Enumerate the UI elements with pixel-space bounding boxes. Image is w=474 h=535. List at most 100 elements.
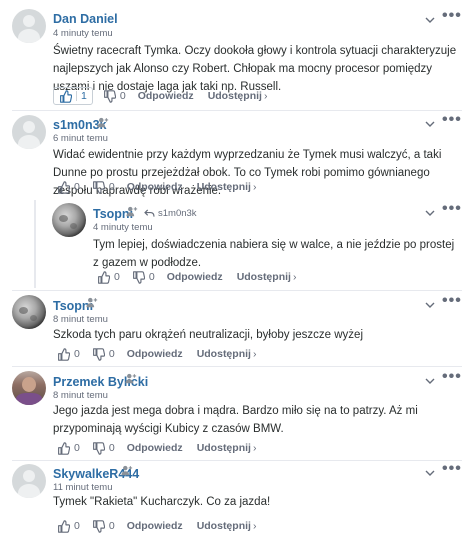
- thumb-down-icon: [92, 520, 105, 533]
- collapse-chevron-icon[interactable]: [425, 121, 435, 127]
- follow-user-icon[interactable]: [86, 297, 98, 308]
- comment-text: Szkoda tych paru okrążeń neutralizacji, …: [53, 329, 364, 341]
- share-label: Udostępnij: [207, 90, 262, 102]
- comment-timestamp[interactable]: 6 minut temu: [53, 133, 108, 144]
- upvote-button[interactable]: 0: [57, 520, 80, 533]
- comment-timestamp[interactable]: 4 minuty temu: [53, 28, 113, 39]
- follow-user-icon[interactable]: [97, 117, 109, 128]
- upvote-count: 0: [74, 442, 80, 454]
- downvote-count: 0: [108, 520, 115, 532]
- reply-arrow-icon: [144, 209, 155, 218]
- moon-avatar[interactable]: [52, 203, 86, 237]
- downvote-count: 0: [148, 271, 155, 283]
- more-options-icon[interactable]: •••: [442, 369, 462, 385]
- chevron-right-icon: ›: [252, 348, 257, 360]
- reply-target-name: s1m0n3k: [158, 208, 197, 219]
- reply-button[interactable]: Odpowiedz: [167, 271, 223, 283]
- thumb-down-icon: [103, 90, 116, 103]
- downvote-button[interactable]: 0: [132, 271, 155, 284]
- follow-user-icon[interactable]: [125, 373, 137, 384]
- downvote-button[interactable]: 0: [103, 90, 126, 103]
- more-options-icon[interactable]: •••: [442, 461, 462, 477]
- comment-timestamp[interactable]: 4 minuty temu: [93, 222, 153, 233]
- reply-button[interactable]: Odpowiedz: [127, 181, 183, 193]
- comment-timestamp[interactable]: 8 minut temu: [53, 314, 108, 325]
- upvote-count: 0: [114, 271, 120, 283]
- upvote-count: 0: [74, 348, 80, 360]
- thumb-down-icon: [92, 181, 105, 194]
- chevron-right-icon: ›: [252, 442, 257, 454]
- collapse-chevron-icon[interactable]: [425, 378, 435, 384]
- thumb-down-icon: [92, 442, 105, 455]
- comment: s1m0n3k 6 minut temu ••• Widać ewidentni…: [0, 110, 474, 198]
- comment-author[interactable]: Dan Daniel: [53, 12, 118, 26]
- comment: Dan Daniel 4 minuty temu ••• Świetny rac…: [0, 0, 474, 110]
- thumb-up-icon: [57, 520, 70, 533]
- reply-button[interactable]: Odpowiedz: [127, 520, 183, 532]
- upvote-button[interactable]: 1: [53, 87, 93, 105]
- more-options-icon[interactable]: •••: [442, 293, 462, 309]
- share-button[interactable]: Udostępnij ›: [197, 348, 257, 360]
- share-button[interactable]: Udostępnij ›: [237, 271, 297, 283]
- chevron-right-icon: ›: [252, 181, 257, 193]
- reply-comment: Tsopni s1m0n3k 4 minuty temu ••• Tym lep…: [0, 198, 474, 290]
- upvote-count: 0: [74, 181, 80, 193]
- thumb-up-icon: [97, 271, 110, 284]
- share-label: Udostępnij: [196, 442, 251, 454]
- downvote-count: 0: [119, 90, 126, 102]
- comment-timestamp[interactable]: 8 minut temu: [53, 390, 108, 401]
- reply-button[interactable]: Odpowiedz: [127, 442, 183, 454]
- upvote-button[interactable]: 0: [57, 442, 80, 455]
- more-options-icon[interactable]: •••: [442, 112, 462, 128]
- share-label: Udostępnij: [196, 520, 251, 532]
- share-label: Udostępnij: [236, 271, 291, 283]
- downvote-button[interactable]: 0: [92, 442, 115, 455]
- downvote-button[interactable]: 0: [92, 520, 115, 533]
- downvote-button[interactable]: 0: [92, 348, 115, 361]
- chevron-right-icon: ›: [252, 520, 257, 532]
- chevron-right-icon: ›: [292, 271, 297, 283]
- more-options-icon[interactable]: •••: [442, 8, 462, 24]
- comment-actions: 1 0 Odpowiedz Udostępnij ›: [53, 87, 268, 105]
- default-avatar[interactable]: [12, 464, 46, 498]
- share-button[interactable]: Udostępnij ›: [197, 442, 257, 454]
- thumb-up-icon: [57, 442, 70, 455]
- thumb-up-icon: [57, 348, 70, 361]
- collapse-chevron-icon[interactable]: [425, 302, 435, 308]
- more-options-icon[interactable]: •••: [442, 201, 462, 217]
- moon-avatar[interactable]: [12, 295, 46, 329]
- upvote-button[interactable]: 0: [97, 271, 120, 284]
- user-photo-avatar[interactable]: [12, 371, 46, 405]
- upvote-button[interactable]: 0: [57, 181, 80, 194]
- downvote-count: 0: [108, 181, 115, 193]
- collapse-chevron-icon[interactable]: [425, 17, 435, 23]
- comment-text: Tym lepiej, doświadczenia nabiera się w …: [93, 239, 455, 269]
- thumb-down-icon: [132, 271, 145, 284]
- thumb-up-icon: [57, 181, 70, 194]
- collapse-chevron-icon[interactable]: [425, 210, 435, 216]
- share-button[interactable]: Udostępnij ›: [197, 181, 257, 193]
- share-label: Udostępnij: [196, 181, 251, 193]
- downvote-button[interactable]: 0: [92, 181, 115, 194]
- comment-actions: 0 0 Odpowiedz Udostępnij ›: [57, 346, 256, 362]
- comment-actions: 0 0 Odpowiedz Udostępnij ›: [97, 269, 296, 285]
- upvote-count: 1: [81, 90, 87, 102]
- thumb-up-icon: [59, 90, 72, 103]
- comment: Tsopni 8 minut temu ••• Szkoda tych paru…: [0, 290, 474, 366]
- share-button[interactable]: Udostępnij ›: [197, 520, 257, 532]
- default-avatar[interactable]: [12, 9, 46, 43]
- follow-user-icon[interactable]: [126, 206, 138, 217]
- reply-target[interactable]: s1m0n3k: [144, 208, 197, 219]
- upvote-count: 0: [74, 520, 80, 532]
- collapse-chevron-icon[interactable]: [425, 470, 435, 476]
- follow-user-icon[interactable]: [121, 465, 133, 476]
- reply-button[interactable]: Odpowiedz: [138, 90, 194, 102]
- reply-button[interactable]: Odpowiedz: [127, 348, 183, 360]
- comment-text: Jego jazda jest mega dobra i mądra. Bard…: [53, 405, 418, 435]
- comment-timestamp[interactable]: 11 minut temu: [53, 482, 113, 493]
- default-avatar[interactable]: [12, 115, 46, 149]
- downvote-count: 0: [108, 348, 115, 360]
- comment-text: Tymek "Rakieta" Kucharczyk. Co za jazda!: [53, 496, 271, 508]
- share-button[interactable]: Udostępnij ›: [208, 90, 268, 102]
- upvote-button[interactable]: 0: [57, 348, 80, 361]
